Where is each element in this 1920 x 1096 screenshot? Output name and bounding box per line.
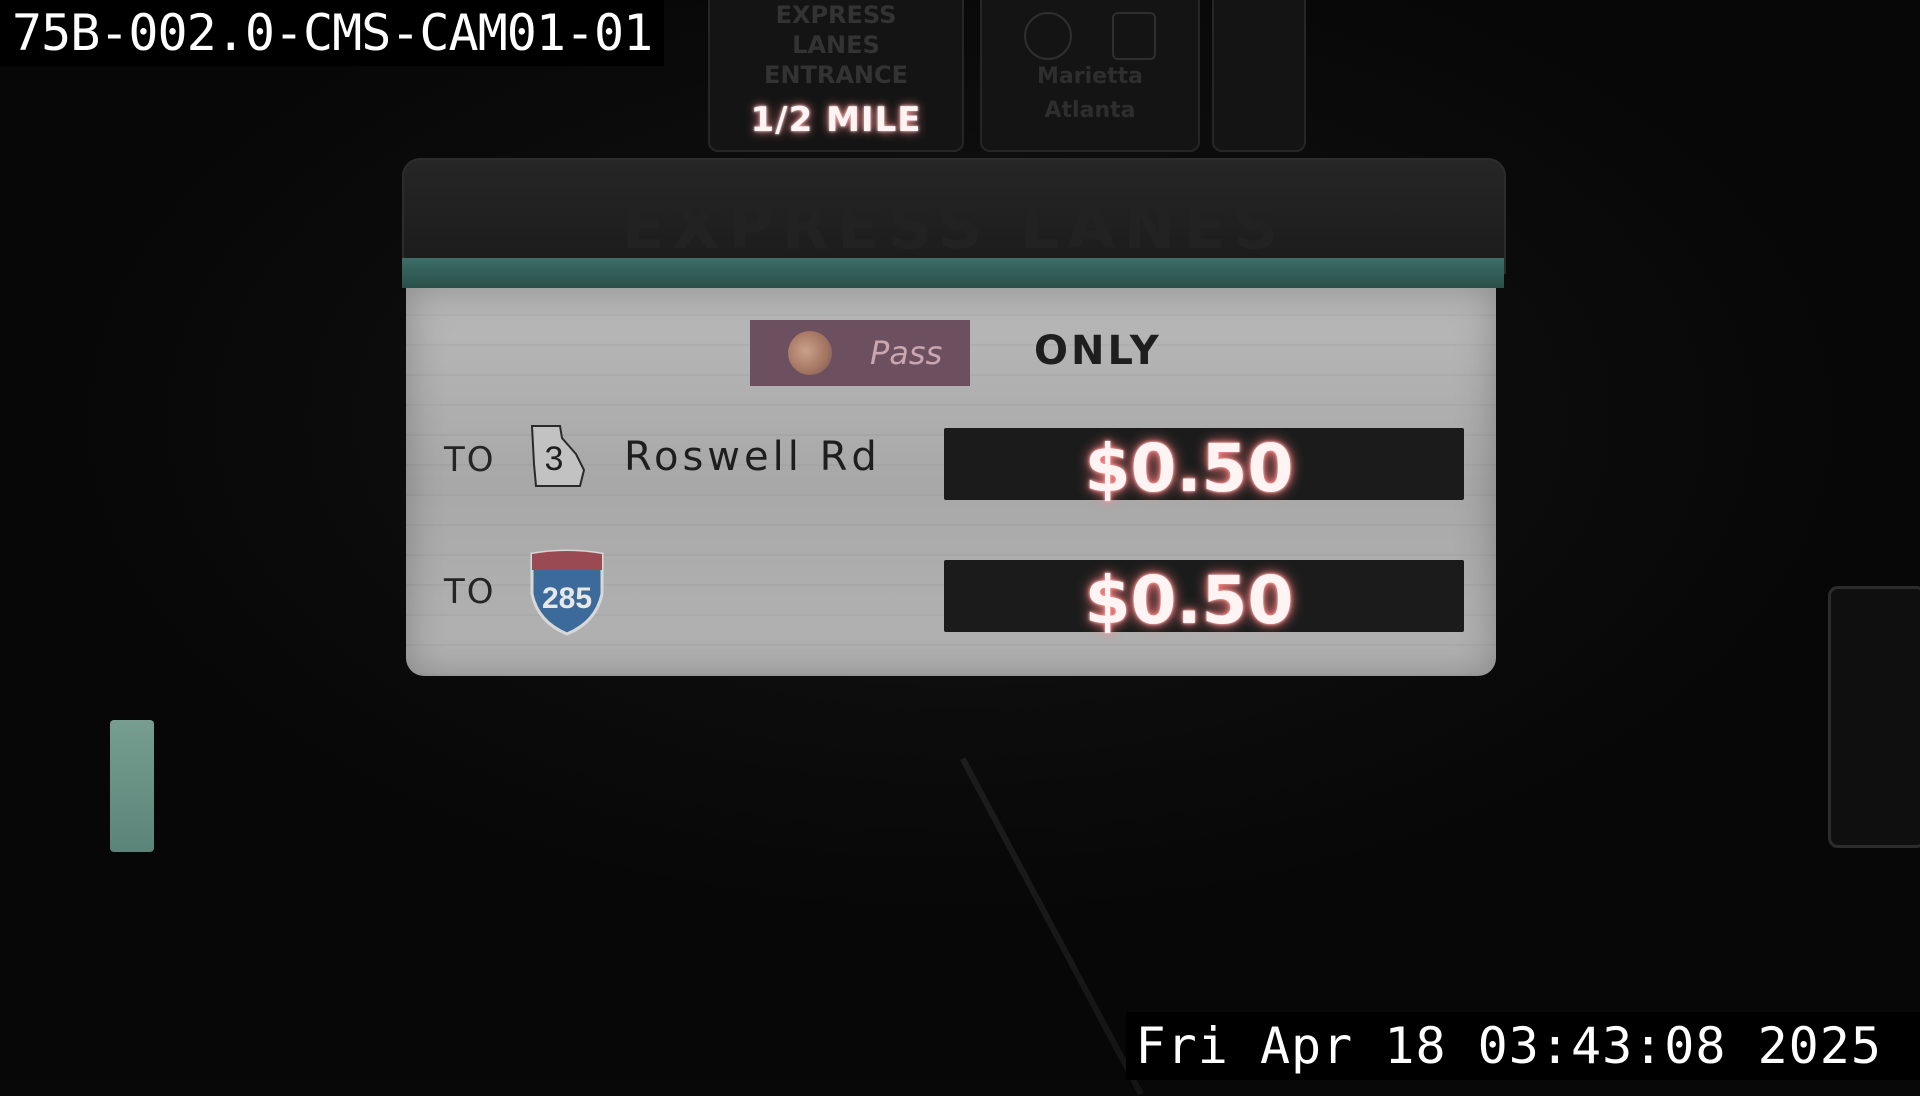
express-lanes-entrance-sign: EXPRESS LANES ENTRANCE 1/2 MILE	[708, 0, 964, 152]
destination-label: Atlanta	[1044, 98, 1136, 123]
only-label: ONLY	[1034, 328, 1162, 374]
price-display: $0.50	[944, 560, 1464, 639]
road-marking	[960, 757, 1144, 1096]
peach-logo-icon	[788, 331, 832, 375]
sign-line: ENTRANCE	[764, 61, 908, 89]
camera-feed: EXPRESS LANES ENTRANCE 1/2 MILE Marietta…	[0, 0, 1920, 1096]
route-shield-icon	[1024, 12, 1072, 60]
camera-id-label: 75B-002.0-CMS-CAM01-01	[0, 0, 665, 66]
toll-price: $0.50	[1084, 562, 1294, 639]
partial-sign	[1212, 0, 1306, 152]
green-signal-light	[110, 720, 154, 852]
route-shield-icon	[1112, 12, 1156, 60]
to-label: TO	[444, 440, 496, 480]
peach-pass-badge: Pass	[750, 320, 970, 386]
pass-label: Pass	[870, 334, 943, 372]
sign-panel: Pass ONLY TO 3 Roswell Rd $0.50 TO 285 $…	[406, 288, 1496, 676]
toll-row: TO 3 Roswell Rd $0.50	[406, 424, 1496, 507]
georgia-state-route-shield-icon: 3	[526, 424, 588, 488]
toll-price: $0.50	[1084, 430, 1294, 507]
toll-row: TO 285 $0.50	[406, 549, 1496, 639]
sign-header: EXPRESS LANES	[402, 158, 1506, 274]
interstate-shield-icon: 285	[526, 548, 608, 636]
to-label: TO	[444, 572, 496, 612]
route-name: Roswell Rd	[624, 434, 881, 480]
sign-header-text: EXPRESS LANES	[621, 190, 1287, 263]
sign-green-strip	[402, 258, 1504, 288]
toll-price-sign: EXPRESS LANES Pass ONLY TO 3 Roswell Rd	[402, 158, 1506, 678]
sign-line: EXPRESS	[775, 1, 897, 29]
half-mile-label: 1/2 MILE	[750, 100, 922, 140]
sign-line: LANES	[792, 31, 880, 59]
shield-number: 285	[542, 582, 592, 615]
roadside-sign	[1828, 586, 1920, 848]
shield-number: 3	[545, 440, 564, 478]
timestamp-overlay: Fri Apr 18 03:43:08 2025	[1125, 1012, 1920, 1080]
destination-sign: Marietta Atlanta	[980, 0, 1200, 152]
destination-label: Marietta	[1037, 64, 1143, 89]
price-display: $0.50	[944, 428, 1464, 507]
